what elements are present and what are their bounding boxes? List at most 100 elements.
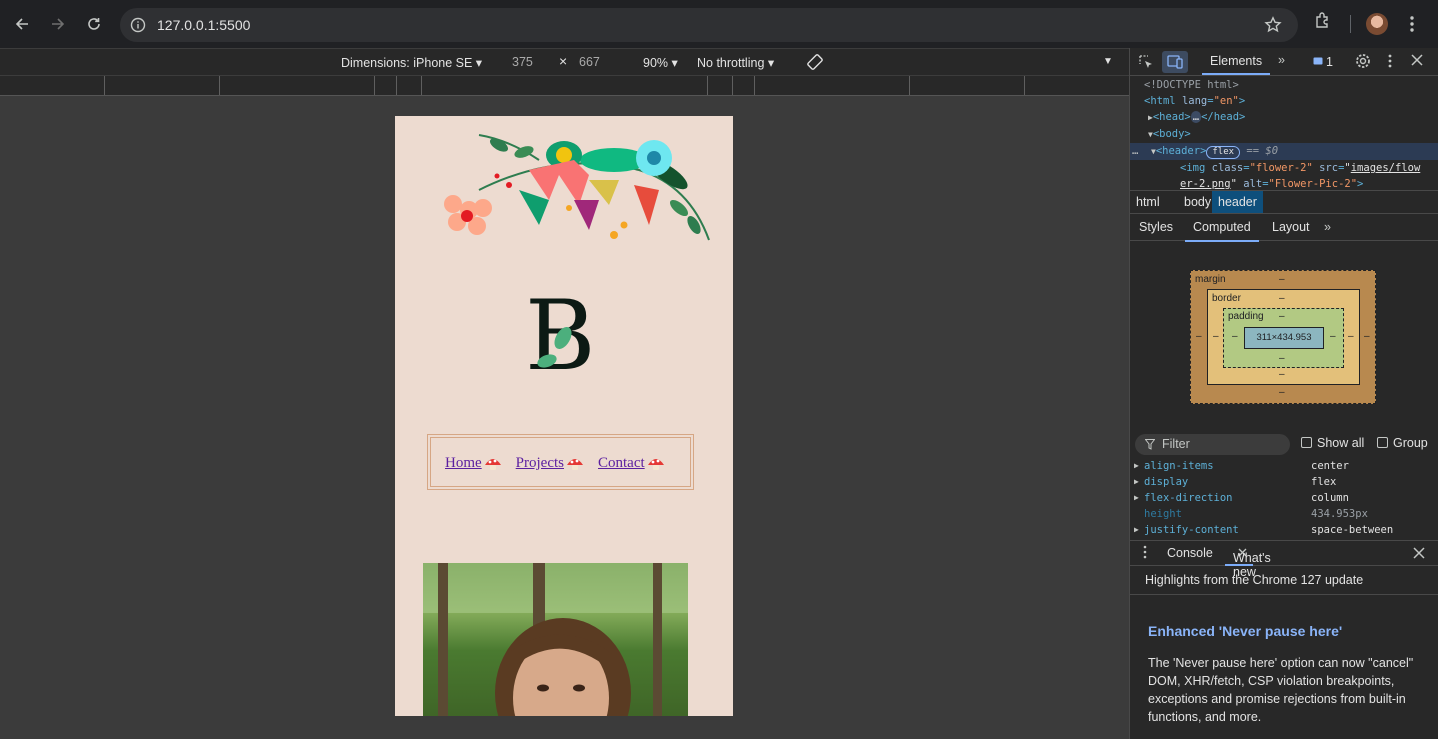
reload-icon [88,18,100,30]
dimension-separator: × [559,53,568,69]
group-checkbox[interactable]: Group [1377,436,1428,450]
padding-top-value[interactable]: – [1279,311,1285,322]
computed-filter-bar: Filter Show all Group [1130,432,1438,458]
padding-left-value[interactable]: – [1232,331,1238,342]
nav-link-projects[interactable]: Projects [516,455,584,472]
close-drawer-icon[interactable] [1413,547,1425,562]
box-model-padding[interactable]: padding – – – – 311×434.953 [1223,308,1344,368]
filter-input[interactable]: Filter [1135,434,1290,455]
dom-img-node[interactable]: <img class="flower-2" src="images/flow [1130,160,1438,176]
dom-html-node[interactable]: <html lang="en"> [1130,93,1438,109]
url-text[interactable]: 127.0.0.1:5500 [157,17,250,33]
inspect-element-icon[interactable] [1138,54,1154,73]
issues-badge[interactable]: 1 [1313,55,1333,69]
tab-styles[interactable]: Styles [1139,220,1173,234]
tab-console[interactable]: Console [1167,546,1213,560]
tag-text: <head> [1152,111,1191,123]
portfolio-page: B Home Projects Contact [395,116,733,716]
tab-computed[interactable]: Computed [1185,220,1259,242]
dimensions-dropdown[interactable]: Dimensions: iPhone SE ▾ [341,55,482,70]
nav-link-contact[interactable]: Contact [598,455,665,472]
bookmark-star-icon[interactable] [1264,16,1282,39]
padding-bottom-value[interactable]: – [1279,353,1285,364]
profile-avatar[interactable] [1366,13,1388,35]
dom-doctype[interactable]: <!DOCTYPE html> [1130,77,1438,93]
device-toolbar-more-icon[interactable]: ▼ [1103,56,1113,67]
show-all-label: Show all [1317,436,1365,450]
src-link[interactable]: images/flow [1351,162,1421,174]
nav-links: Home Projects Contact [445,455,665,472]
filter-placeholder: Filter [1162,437,1190,451]
back-button[interactable] [8,10,36,38]
nav-link-label: Home [445,455,482,471]
drawer-menu-icon[interactable] [1142,545,1148,562]
flex-badge[interactable]: flex [1206,146,1241,159]
box-model-border[interactable]: border – – – – padding – – – – 311×434.9… [1207,289,1360,385]
selected-marker: == $0 [1246,145,1279,157]
toolbar-divider [1350,15,1351,33]
prop-name: flex-direction [1144,492,1233,504]
tab-whats-new[interactable]: What's new [1225,546,1271,579]
prop-value: center [1311,460,1349,472]
site-info-icon[interactable] [129,16,147,34]
box-model-content[interactable]: 311×434.953 [1244,327,1324,349]
width-input[interactable]: 375 [512,55,533,69]
prop-name: justify-content [1144,524,1239,536]
mushroom-icon [484,458,501,470]
nav-link-label: Contact [598,455,645,471]
computed-prop-row[interactable]: ▶ flex-direction column [1130,490,1438,506]
crumb-html[interactable]: html [1130,191,1166,213]
devtools-menu-icon[interactable] [1386,53,1394,72]
more-tabs-icon[interactable]: » [1278,53,1285,67]
prop-name: display [1144,476,1189,488]
zoom-dropdown[interactable]: 90% ▾ [643,55,678,70]
dom-head-node[interactable]: ▶<head>… </head> [1130,109,1438,126]
border-left-value[interactable]: – [1213,331,1219,342]
border-right-value[interactable]: – [1348,331,1354,342]
margin-bottom-value[interactable]: – [1279,387,1285,398]
computed-prop-row[interactable]: ▶ display flex [1130,474,1438,490]
box-model-margin[interactable]: margin – – – – border – – – – padding – … [1190,270,1376,404]
border-bottom-value[interactable]: – [1279,369,1285,380]
height-input[interactable]: 667 [579,55,600,69]
forward-button[interactable] [44,10,72,38]
computed-prop-row[interactable]: ▶ align-items center [1130,458,1438,474]
computed-prop-row[interactable]: height 434.953px [1130,506,1438,522]
mushroom-icon [567,458,583,470]
forward-arrow-icon [52,18,65,30]
dom-body-node[interactable]: ▼<body> [1130,126,1438,143]
padding-right-value[interactable]: – [1330,331,1336,342]
reload-button[interactable] [80,10,108,38]
settings-gear-icon[interactable] [1355,53,1371,72]
filter-funnel-icon [1145,439,1155,450]
dom-tree: <!DOCTYPE html> <html lang="en"> ▶<head>… [1130,76,1438,192]
whats-new-highlights: Highlights from the Chrome 127 update [1145,573,1364,587]
computed-prop-row[interactable]: ▶ justify-content space-between [1130,522,1438,538]
close-devtools-icon[interactable] [1411,54,1423,69]
attr-value: "en" [1213,95,1239,107]
rotate-icon[interactable] [806,53,824,74]
src-link[interactable]: er-2.png [1180,178,1231,190]
show-all-checkbox[interactable]: Show all [1301,436,1364,450]
margin-left-value[interactable]: – [1196,331,1202,342]
border-label: border [1212,293,1241,304]
nav-link-home[interactable]: Home [445,455,502,472]
device-toolbar: Dimensions: iPhone SE ▾ 375 × 667 90% ▾ … [0,48,1129,76]
device-toggle-icon[interactable] [1162,51,1188,73]
tab-layout[interactable]: Layout [1272,220,1310,234]
extensions-icon[interactable] [1313,10,1333,35]
tab-elements[interactable]: Elements [1202,48,1271,75]
crumb-header[interactable]: header [1212,191,1263,213]
margin-top-value[interactable]: – [1279,274,1285,285]
whats-new-headline[interactable]: Enhanced 'Never pause here' [1148,623,1342,639]
margin-right-value[interactable]: – [1364,331,1370,342]
more-subtabs-icon[interactable]: » [1324,220,1331,234]
throttling-dropdown[interactable]: No throttling ▾ [697,55,774,70]
browser-menu-icon[interactable] [1404,14,1420,39]
border-top-value[interactable]: – [1279,293,1285,304]
address-bar[interactable]: 127.0.0.1:5500 [120,8,1298,42]
tag-text: </head> [1201,111,1246,123]
dom-header-node-selected[interactable]: … ▼<header> flex == $0 [1130,143,1438,160]
padding-label: padding [1228,311,1264,322]
attr-value: "flower-2" [1249,162,1313,174]
